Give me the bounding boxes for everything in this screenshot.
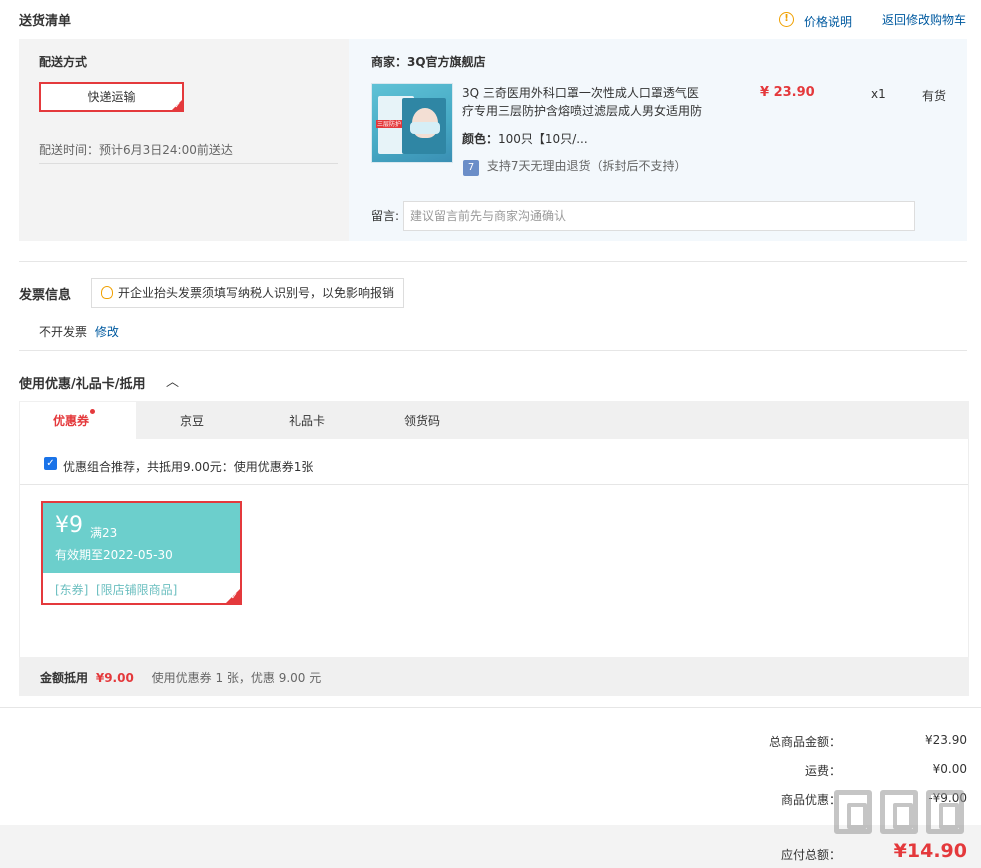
section-title-delivery-list: 送货清单 <box>19 14 72 29</box>
watermark-logo <box>834 790 974 840</box>
product-quantity: x1 <box>871 87 886 101</box>
coupon-expiry: 有效期至2022-05-30 <box>55 548 173 562</box>
lightbulb-icon <box>101 286 113 299</box>
section-divider <box>0 707 981 708</box>
invoice-tip-text: 开企业抬头发票须填写纳税人识别号，以免影响报销 <box>118 286 395 300</box>
invoice-tip: 开企业抬头发票须填写纳税人识别号，以免影响报销 <box>91 278 404 308</box>
tab-coupon[interactable]: 优惠券 <box>53 412 89 429</box>
price-note-link[interactable]: 价格说明 <box>804 13 852 30</box>
discount-summary-amount: ¥9.00 <box>95 671 134 685</box>
recommend-checkbox[interactable]: ✓ <box>44 457 57 470</box>
section-divider <box>19 261 967 262</box>
tab-gift-card[interactable]: 礼品卡 <box>289 412 325 429</box>
new-dot-badge <box>90 409 95 414</box>
divider <box>20 484 968 485</box>
color-label: 颜色： <box>462 132 499 146</box>
product-price: ¥ 23.90 <box>760 85 815 100</box>
chevron-up-icon[interactable]: ︿ <box>166 371 179 390</box>
delivery-time-text: 配送时间：预计6月3日24:00前送达 <box>39 143 233 157</box>
discount-title[interactable]: 使用优惠/礼品卡/抵用 <box>19 373 146 392</box>
stock-status: 有货 <box>922 89 947 103</box>
watermark-glyph <box>926 790 964 834</box>
watermark-glyph <box>834 790 872 834</box>
invoice-status: 不开发票 <box>39 325 88 339</box>
coupon-condition: 满23 <box>90 526 118 540</box>
goods-discount-label: 商品优惠： <box>780 793 841 807</box>
product-image[interactable]: 三层防护 <box>371 83 453 163</box>
goods-total-label: 总商品金额： <box>768 735 841 749</box>
discount-tab-bar <box>19 401 969 439</box>
shipping-method-label: 配送方式 <box>39 55 88 69</box>
section-divider <box>19 350 967 351</box>
product-title-line2[interactable]: 疗专用三层防护含熔喷过滤层成人男女适用防 <box>462 102 702 119</box>
mask-graphic <box>410 122 440 134</box>
return-policy-text: 支持7天无理由退货（拆封后不支持） <box>486 159 687 173</box>
freight-value: ¥0.00 <box>932 762 967 776</box>
remark-label: 留言: <box>371 209 400 223</box>
remark-input[interactable]: 建议留言前先与商家沟通确认 <box>403 201 915 231</box>
check-icon: ✓ <box>174 101 181 110</box>
divider <box>39 163 338 164</box>
product-image-caption: 三层防护 <box>377 121 402 128</box>
express-shipping-label: 快递运输 <box>87 90 136 104</box>
goods-total-value: ¥23.90 <box>925 733 967 747</box>
check-icon: ✓ <box>230 592 238 602</box>
express-shipping-button[interactable]: 快递运输 ✓ <box>39 82 184 112</box>
coupon-amount: ¥9 <box>55 513 83 538</box>
color-value: 100只【10只/... <box>498 132 588 146</box>
tab-jingdou[interactable]: 京豆 <box>180 412 204 429</box>
invoice-title: 发票信息 <box>19 288 72 303</box>
tab-pickup-code[interactable]: 领货码 <box>404 412 440 429</box>
coupon-card[interactable]: ¥9 满23 有效期至2022-05-30 [东券] [限店铺限商品] ✓ <box>41 501 242 605</box>
coupon-tags: [东券] [限店铺限商品] <box>55 583 178 597</box>
warning-icon: ! <box>779 12 794 27</box>
coupon-header: ¥9 满23 有效期至2022-05-30 <box>43 503 240 573</box>
freight-label: 运费： <box>804 764 841 778</box>
back-to-cart-link[interactable]: 返回修改购物车 <box>882 11 966 28</box>
payable-total-value: ¥14.90 <box>893 840 967 862</box>
merchant-name: 商家：3Q官方旗舰店 <box>371 55 486 69</box>
discount-summary-desc: 使用优惠券 1 张，优惠 9.00 元 <box>151 671 322 685</box>
invoice-edit-link[interactable]: 修改 <box>95 325 119 339</box>
seven-day-return-icon: 7 <box>463 160 479 176</box>
payable-total-label: 应付总额： <box>780 848 841 862</box>
discount-summary-label: 金额抵用 <box>40 671 89 685</box>
watermark-glyph <box>880 790 918 834</box>
product-title-line1[interactable]: 3Q 三奇医用外科口罩一次性成人口罩透气医 <box>462 84 699 101</box>
recommend-text: 优惠组合推荐，共抵用9.00元：使用优惠券1张 <box>63 460 314 474</box>
